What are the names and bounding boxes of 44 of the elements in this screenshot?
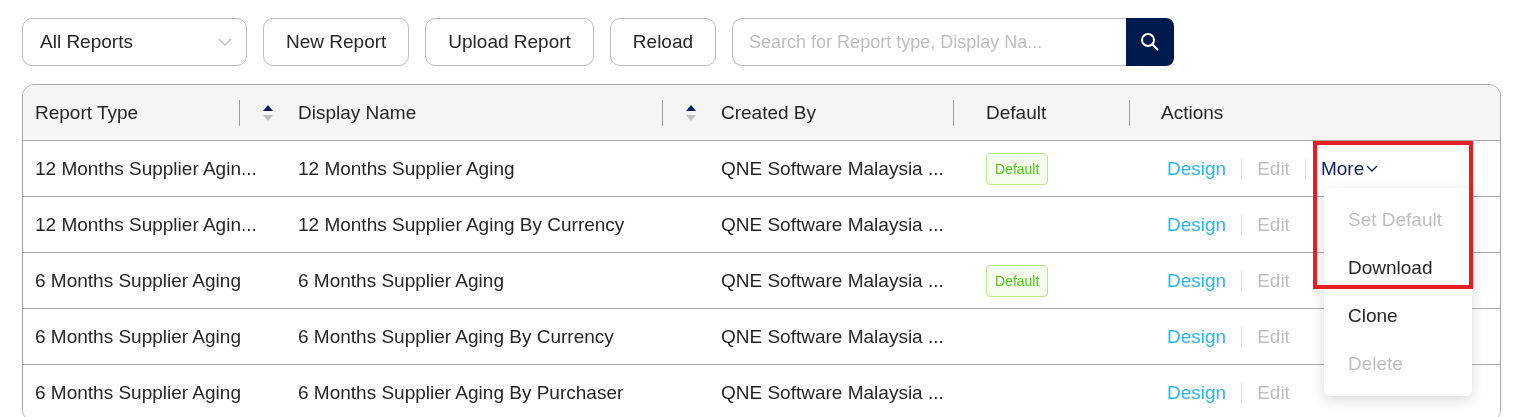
- column-header: Report Type: [35, 101, 140, 124]
- design-link[interactable]: Design: [1167, 325, 1227, 348]
- search-button[interactable]: [1126, 18, 1175, 66]
- toolbar-button[interactable]: Reload: [609, 18, 717, 66]
- column-header: Display Name: [298, 101, 418, 124]
- design-link[interactable]: Design: [1167, 157, 1227, 180]
- design-link[interactable]: Design: [1167, 269, 1227, 292]
- menu-item[interactable]: Clone: [1348, 292, 1398, 340]
- table-cell: 12 Months Supplier Agin...: [35, 157, 257, 180]
- table-cell: QNE Software Malaysia ...: [721, 269, 944, 292]
- design-link[interactable]: Design: [1167, 213, 1227, 236]
- design-link[interactable]: Design: [1167, 381, 1227, 404]
- column-header: Default: [986, 101, 1048, 124]
- table-cell: 12 Months Supplier Aging By Currency: [298, 213, 625, 236]
- table-cell: 6 Months Supplier Aging By Currency: [298, 325, 614, 348]
- table-cell: QNE Software Malaysia ...: [721, 381, 944, 404]
- default-tag: Default: [986, 152, 1049, 185]
- edit-link[interactable]: Edit: [1257, 269, 1290, 292]
- table-cell: QNE Software Malaysia ...: [721, 213, 944, 236]
- column-header: Created By: [721, 101, 818, 124]
- edit-link[interactable]: Edit: [1257, 381, 1290, 404]
- toolbar-button[interactable]: Upload Report: [425, 18, 594, 66]
- table-cell: 6 Months Supplier Aging: [35, 269, 241, 292]
- edit-link[interactable]: Edit: [1257, 157, 1290, 180]
- column-header: Actions: [1161, 101, 1225, 124]
- table-cell: 12 Months Supplier Aging: [298, 157, 515, 180]
- default-tag: Default: [986, 264, 1049, 297]
- table-cell: QNE Software Malaysia ...: [721, 325, 944, 348]
- report-filter-dropdown[interactable]: All Reports: [22, 18, 247, 66]
- edit-link[interactable]: Edit: [1257, 213, 1290, 236]
- more-link[interactable]: More: [1320, 157, 1379, 180]
- table-cell: 12 Months Supplier Agin...: [35, 213, 257, 236]
- table-cell: QNE Software Malaysia ...: [721, 157, 944, 180]
- table-cell: 6 Months Supplier Aging: [35, 325, 241, 348]
- search-field[interactable]: Search for Report type, Display Na...: [732, 18, 1127, 66]
- chevron-down-icon: [1366, 164, 1379, 173]
- search-icon: [1140, 32, 1161, 52]
- menu-item[interactable]: Download: [1348, 244, 1433, 292]
- chevron-down-icon: [218, 38, 232, 46]
- table-cell: 6 Months Supplier Aging By Purchaser: [298, 381, 624, 404]
- table-cell: 6 Months Supplier Aging: [35, 381, 241, 404]
- edit-link[interactable]: Edit: [1257, 325, 1290, 348]
- table-cell: 6 Months Supplier Aging: [298, 269, 504, 292]
- toolbar-button[interactable]: New Report: [263, 18, 410, 66]
